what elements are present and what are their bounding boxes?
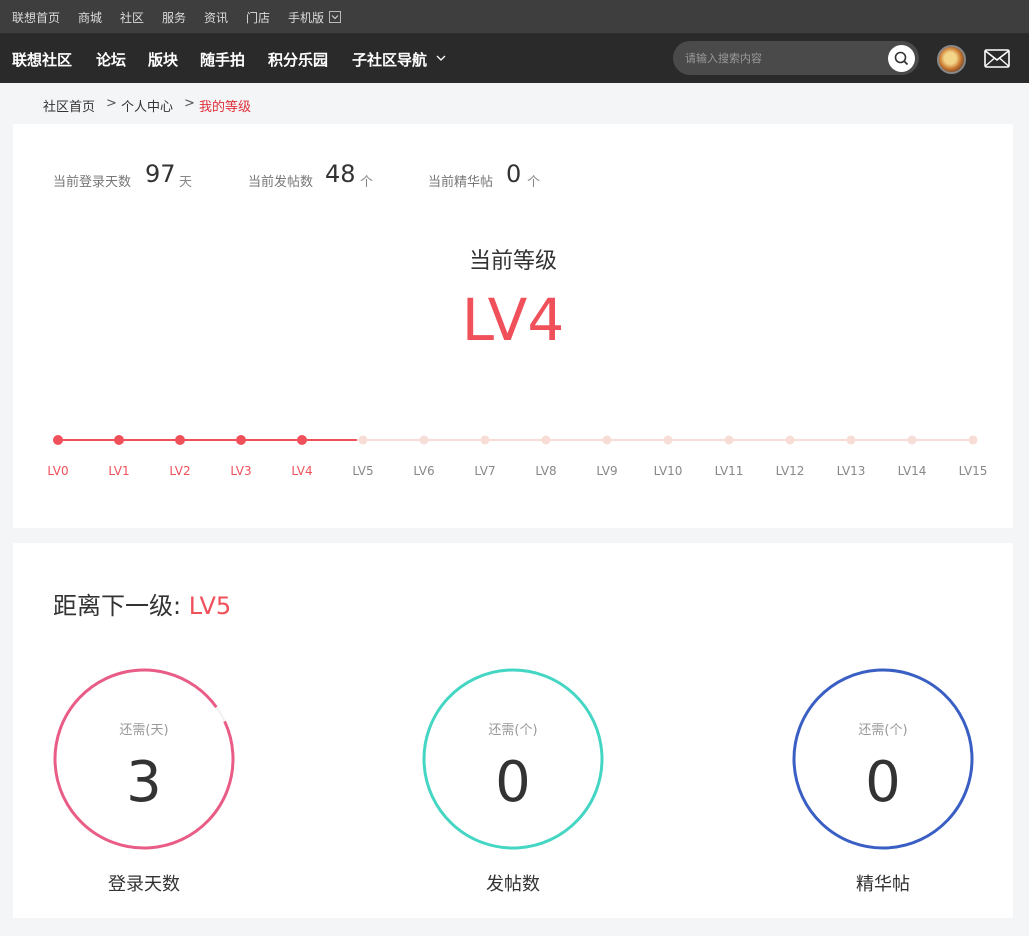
search-icon [894, 51, 909, 66]
level-dot-lv8 [541, 435, 551, 445]
stat-posts-unit: 个 [360, 175, 374, 190]
level-label-lv11: LV11 [714, 464, 744, 478]
level-label-lv7: LV7 [474, 464, 496, 478]
breadcrumb-my-level: 我的等级 [199, 100, 252, 115]
level-dot-lv6 [419, 435, 429, 445]
breadcrumb-separator: > [184, 96, 195, 111]
avatar[interactable] [937, 45, 966, 74]
ring-featured-need-label: 还需(个) [858, 723, 908, 738]
nav-sections[interactable]: 版块 [148, 49, 178, 70]
search-button[interactable] [888, 45, 915, 72]
search-box [673, 41, 919, 75]
next-level-title: 距离下一级: [53, 592, 189, 620]
level-label-lv3: LV3 [230, 464, 252, 478]
breadcrumb-home[interactable]: 社区首页 [43, 96, 95, 115]
level-card: 当前登录天数 97 天 当前发帖数 48 个 当前精华帖 0 个 当前等级 LV… [13, 124, 1013, 528]
level-label-lv0: LV0 [47, 464, 69, 478]
ring-featured: 还需(个) 0 [792, 668, 974, 850]
stat-featured-unit: 个 [527, 175, 541, 190]
stat-posts-label: 当前发帖数 [248, 175, 314, 190]
ring-login-days-need-label: 还需(天) [119, 723, 169, 738]
level-label-lv13: LV13 [836, 464, 866, 478]
level-label-lv8: LV8 [535, 464, 557, 478]
nav-subcommunity[interactable]: 子社区导航 [352, 49, 427, 70]
nav-points-park[interactable]: 积分乐园 [268, 49, 328, 70]
level-dot-lv3 [236, 435, 246, 445]
level-dot-lv4 [297, 435, 307, 445]
top-link-lenovo-home[interactable]: 联想首页 [12, 9, 60, 26]
stat-login-days-value: 97 [145, 160, 176, 188]
next-level-card: 距离下一级: LV5 还需(天) 3 登录天数 还需(个) 0 发帖数 还需(个… [13, 543, 1013, 918]
level-label-lv12: LV12 [775, 464, 805, 478]
stat-featured-label: 当前精华帖 [428, 175, 494, 190]
top-link-shop[interactable]: 商城 [78, 9, 102, 26]
level-label-lv10: LV10 [653, 464, 683, 478]
stat-login-days-label: 当前登录天数 [53, 175, 132, 190]
next-level-heading: 距离下一级: LV5 [53, 586, 231, 621]
stat-posts-value: 48 [325, 160, 356, 188]
level-label-lv2: LV2 [169, 464, 191, 478]
top-link-service[interactable]: 服务 [162, 9, 186, 26]
ring-posts: 还需(个) 0 [422, 668, 604, 850]
ring-posts-value: 0 [495, 750, 531, 815]
mail-icon[interactable] [984, 49, 1010, 68]
level-label-lv15: LV15 [958, 464, 988, 478]
chevron-down-icon[interactable] [436, 54, 446, 62]
stat-login-days-unit: 天 [179, 175, 193, 190]
level-dot-lv9 [602, 435, 612, 445]
ring-login-days: 还需(天) 3 [53, 668, 235, 850]
level-label-lv6: LV6 [413, 464, 435, 478]
ring-login-days-caption: 登录天数 [108, 874, 180, 895]
level-dot-lv0 [53, 435, 63, 445]
nav-snapshots[interactable]: 随手拍 [200, 49, 245, 70]
next-level-value: LV5 [188, 592, 232, 620]
breadcrumb-separator: > [106, 96, 117, 111]
level-dot-lv5 [358, 435, 368, 445]
ring-featured-caption: 精华帖 [856, 874, 910, 895]
current-level-title: 当前等级 [468, 249, 557, 274]
nav-lenovo-community[interactable]: 联想社区 [12, 49, 72, 70]
stat-featured-value: 0 [506, 160, 522, 188]
level-label-lv14: LV14 [897, 464, 927, 478]
level-dot-lv2 [175, 435, 185, 445]
top-bar: 联想首页 商城 社区 服务 资讯 门店 手机版 [0, 0, 1029, 34]
ring-posts-need-label: 还需(个) [488, 723, 538, 738]
level-label-lv4: LV4 [291, 464, 313, 478]
nav-forum[interactable]: 论坛 [96, 49, 126, 70]
breadcrumb-personal-center[interactable]: 个人中心 [121, 96, 173, 115]
level-label-lv5: LV5 [352, 464, 374, 478]
top-link-stores[interactable]: 门店 [246, 9, 270, 26]
ring-login-days-value: 3 [126, 750, 162, 815]
top-link-community[interactable]: 社区 [120, 9, 144, 26]
top-link-mobile[interactable]: 手机版 [288, 9, 324, 26]
search-input[interactable] [685, 49, 875, 67]
level-dot-lv11 [724, 435, 734, 445]
level-dot-lv12 [785, 435, 795, 445]
ring-featured-value: 0 [865, 750, 901, 815]
level-dot-lv13 [846, 435, 856, 445]
level-label-lv9: LV9 [596, 464, 618, 478]
level-dot-lv14 [907, 435, 917, 445]
level-dot-lv1 [114, 435, 124, 445]
level-dot-lv10 [663, 435, 673, 445]
current-level-value: LV4 [461, 286, 565, 354]
level-label-lv1: LV1 [108, 464, 130, 478]
top-link-news[interactable]: 资讯 [204, 9, 228, 26]
ring-posts-caption: 发帖数 [486, 874, 540, 895]
chevron-down-icon[interactable] [329, 11, 341, 23]
level-dot-lv7 [480, 435, 490, 445]
level-dot-lv15 [968, 435, 978, 445]
